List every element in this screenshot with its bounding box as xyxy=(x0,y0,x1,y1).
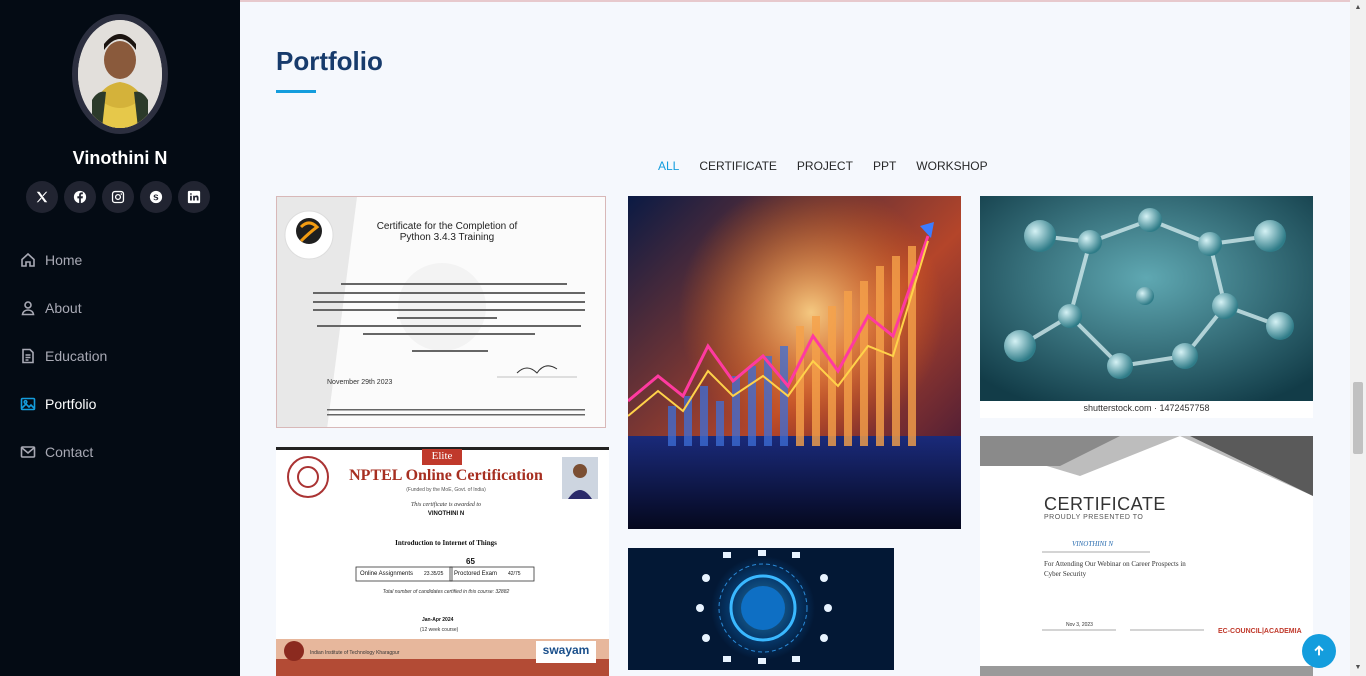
webinar-cert-date: Nov 3, 2023 xyxy=(1066,622,1093,628)
swayam-logo: swayam xyxy=(542,643,590,657)
portfolio-item-iot-tech-image[interactable] xyxy=(628,548,894,670)
portfolio-item-python-certificate[interactable]: Certificate for the Completion of Python… xyxy=(276,196,606,428)
webinar-certificate-background xyxy=(980,436,1313,676)
arrow-up-icon xyxy=(1314,645,1324,656)
nptel-elite-badge: Elite xyxy=(431,450,453,462)
molecule-illustration xyxy=(980,196,1313,418)
scroll-down-arrow-icon[interactable]: ▼ xyxy=(1354,664,1362,672)
instagram-icon[interactable] xyxy=(102,181,134,213)
webinar-cert-subtitle: PROUDLY PRESENTED TO xyxy=(1044,514,1144,521)
nav-home[interactable]: Home xyxy=(20,236,107,284)
portfolio-filters: ALL CERTIFICATE PROJECT PPT WORKSHOP xyxy=(648,159,998,173)
nptel-weeks: (12 week course) xyxy=(420,627,459,633)
nav-contact[interactable]: Contact xyxy=(20,428,107,476)
back-to-top-button[interactable] xyxy=(1302,634,1336,668)
nav-portfolio[interactable]: Portfolio xyxy=(20,380,107,428)
file-text-icon xyxy=(22,348,34,364)
nptel-exam-value: 42/75 xyxy=(508,571,521,577)
nptel-course: Introduction to Internet of Things xyxy=(395,539,497,547)
nav-education-label: Education xyxy=(45,348,108,364)
social-links xyxy=(26,181,210,213)
nav-home-label: Home xyxy=(45,252,83,268)
webinar-cert-recipient: VINOTHINI N xyxy=(1072,540,1114,548)
nav-about[interactable]: About xyxy=(20,284,107,332)
sidebar: Vinothini N Home About Education Portfol… xyxy=(0,0,240,676)
x-icon[interactable] xyxy=(26,181,58,213)
filter-workshop[interactable]: WORKSHOP xyxy=(906,159,997,173)
linkedin-icon[interactable] xyxy=(178,181,210,213)
scroll-up-arrow-icon[interactable]: ▲ xyxy=(1354,4,1362,12)
growth-chart-illustration xyxy=(628,196,961,529)
nptel-exam-label: Proctored Exam xyxy=(454,571,498,577)
ec-council-logo: EC-COUNCIL|ACADEMIA xyxy=(1218,628,1302,635)
webinar-cert-title: CERTIFICATE xyxy=(1044,494,1166,514)
nav-education[interactable]: Education xyxy=(20,332,107,380)
portfolio-item-webinar-certificate[interactable]: CERTIFICATE PROUDLY PRESENTED TO VINOTHI… xyxy=(980,436,1313,676)
portfolio-item-nptel-certificate[interactable]: Elite NPTEL Online Certification (Funded… xyxy=(276,447,609,676)
nptel-score: 65 xyxy=(466,557,475,566)
filter-project[interactable]: PROJECT xyxy=(787,159,863,173)
main-nav: Home About Education Portfolio Contact xyxy=(20,236,107,476)
portfolio-item-growth-chart-image[interactable] xyxy=(628,196,961,529)
page-title: Portfolio xyxy=(276,46,383,76)
profile-name: Vinothini N xyxy=(72,148,168,168)
nptel-institute: Indian Institute of Technology Kharagpur xyxy=(310,650,400,656)
nptel-candidates: Total number of candidates certified in … xyxy=(382,589,510,595)
facebook-icon[interactable] xyxy=(64,181,96,213)
nptel-period: Jan-Apr 2024 xyxy=(422,617,454,623)
filter-all[interactable]: ALL xyxy=(648,159,689,173)
images-icon xyxy=(20,397,36,411)
filter-ppt[interactable]: PPT xyxy=(863,159,906,173)
nptel-recipient: VINOTHINI N xyxy=(427,511,465,517)
nav-portfolio-label: Portfolio xyxy=(45,396,97,412)
nptel-assignments-label: Online Assignments xyxy=(360,571,414,577)
scrollbar-thumb[interactable] xyxy=(1353,382,1363,454)
envelope-icon xyxy=(20,446,36,458)
nptel-subtitle: (Funded by the MoE, Govt. of India) xyxy=(406,487,486,493)
nav-contact-label: Contact xyxy=(45,444,94,460)
person-icon xyxy=(21,301,35,316)
nptel-awarded-text: This certificate is awarded to xyxy=(410,502,482,508)
top-border xyxy=(240,0,1350,2)
webinar-cert-line1: For Attending Our Webinar on Career Pros… xyxy=(1044,560,1186,568)
nav-about-label: About xyxy=(45,300,82,316)
title-underline xyxy=(276,90,316,93)
filter-certificate[interactable]: CERTIFICATE xyxy=(689,159,787,173)
skype-icon[interactable] xyxy=(140,181,172,213)
nptel-title: NPTEL Online Certification xyxy=(349,467,543,484)
molecule-caption: shutterstock.com · 1472457758 xyxy=(1083,403,1210,413)
avatar xyxy=(72,14,168,134)
scrollbar[interactable]: ▲ ▼ xyxy=(1350,0,1366,676)
webinar-cert-line2: Cyber Security xyxy=(1044,570,1087,578)
nptel-assignments-value: 23.35/25 xyxy=(424,571,444,577)
portfolio-item-molecule-image[interactable]: shutterstock.com · 1472457758 xyxy=(980,196,1313,418)
house-icon xyxy=(21,252,35,267)
iot-tech-illustration xyxy=(628,548,894,670)
python-certificate-body-text xyxy=(313,283,585,416)
